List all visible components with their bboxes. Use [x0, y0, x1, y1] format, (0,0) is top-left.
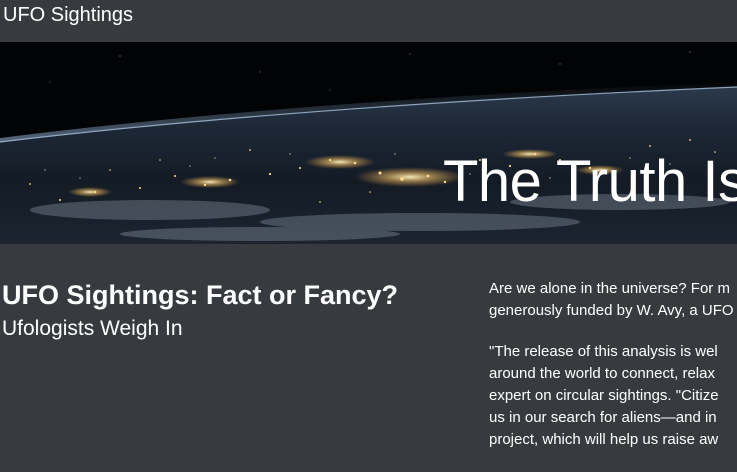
article-paragraph-intro: Are we alone in the universe? For m gene… — [489, 278, 737, 322]
top-navbar: UFO Sightings — [0, 0, 737, 42]
paragraph-line: "The release of this analysis is wel — [489, 343, 718, 360]
paragraph-line: around the world to connect, relax — [489, 365, 715, 382]
paragraph-line: expert on circular sightings. "Citize — [489, 387, 719, 404]
article-title: UFO Sightings: Fact or Fancy? — [2, 280, 399, 310]
article-body: Are we alone in the universe? For m gene… — [489, 278, 737, 470]
site-title-link[interactable]: UFO Sightings — [3, 3, 133, 27]
article-subtitle: Ufologists Weigh In — [2, 317, 183, 340]
article-paragraph-quote: "The release of this analysis is wel aro… — [489, 341, 737, 451]
paragraph-line: Are we alone in the universe? For m — [489, 280, 730, 297]
paragraph-line: generously funded by W. Avy, a UFO — [489, 302, 734, 319]
paragraph-line: us in our search for aliens—and in — [489, 409, 717, 426]
hero-banner: The Truth Is — [0, 42, 737, 244]
paragraph-line: project, which will help us raise aw — [489, 431, 719, 448]
hero-heading: The Truth Is — [443, 149, 737, 214]
